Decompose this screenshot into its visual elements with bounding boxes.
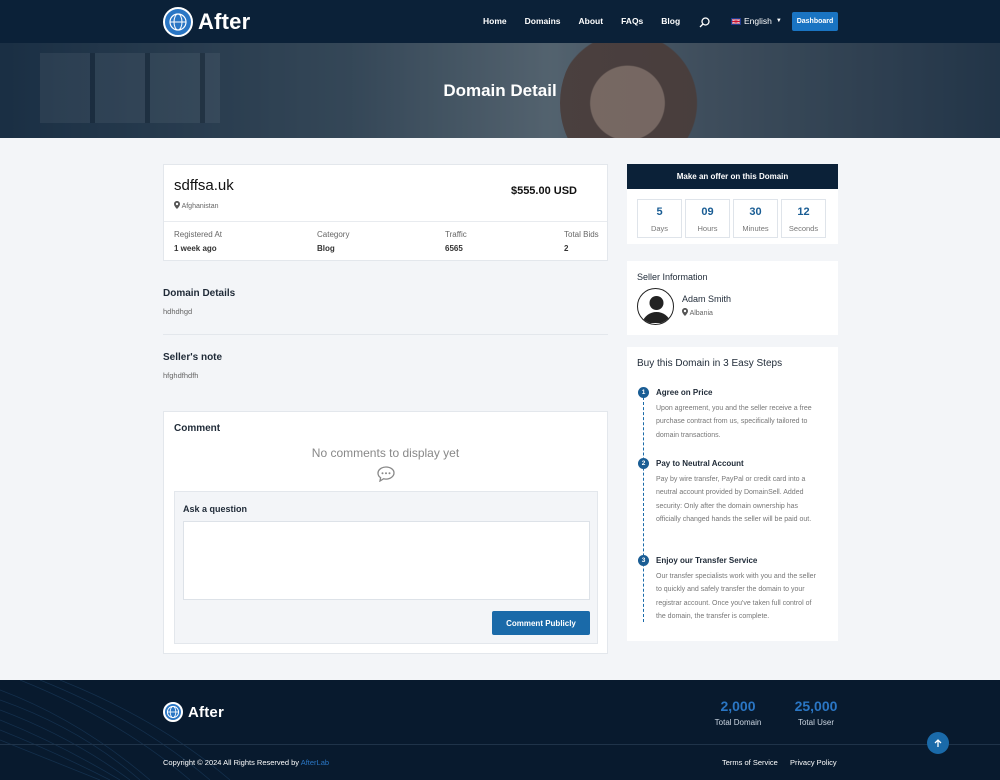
search-icon[interactable] [699, 15, 710, 33]
page-title: Domain Detail [443, 81, 557, 100]
domain-details-title: Domain Details [163, 288, 236, 299]
buy-steps-card: Buy this Domain in 3 Easy Steps 1 Agree … [627, 347, 838, 641]
domain-price: $555.00 USD [510, 185, 577, 197]
comment-card: Comment No comments to display yet Ask a… [163, 411, 608, 654]
nav-home[interactable]: Home [483, 16, 507, 26]
timer-minutes: 30 Minutes [733, 199, 778, 238]
chevron-down-icon: ▼ [775, 18, 782, 24]
copyright: Copyright © 2024 All Rights Reserved by … [163, 758, 330, 767]
step-number: 3 [638, 555, 649, 566]
domain-name: sdffsa.uk [174, 177, 234, 194]
step-title: Pay to Neutral Account [656, 459, 744, 468]
seller-note-text: hfghdfhdfh [163, 371, 199, 380]
make-offer-button[interactable]: Make an offer on this Domain [627, 164, 838, 189]
domain-location: Afghanistan [174, 201, 219, 210]
no-comments-message: No comments to display yet [311, 446, 460, 460]
steps-timeline [643, 397, 644, 622]
meta-registered: Registered At 1 week ago [174, 230, 223, 253]
comment-publicly-button[interactable]: Comment Publicly [492, 611, 590, 635]
nav-domains[interactable]: Domains [525, 16, 561, 26]
footer-logo-text: After [188, 703, 225, 721]
seller-name[interactable]: Adam Smith [682, 294, 731, 304]
meta-total-bids: Total Bids 2 [564, 230, 599, 253]
site-logo[interactable]: After [163, 7, 250, 37]
step-text: Pay by wire transfer, PayPal or credit c… [656, 476, 812, 524]
chat-bubble-icon [377, 466, 395, 487]
seller-location: Albania [682, 308, 713, 317]
uk-flag-icon [731, 17, 741, 25]
seller-info-title: Seller Information [637, 272, 708, 282]
terms-link[interactable]: Terms of Service [722, 758, 778, 767]
timer-seconds: 12 Seconds [781, 199, 826, 238]
ask-question-box: Ask a question Comment Publicly [174, 491, 598, 644]
timer-days: 5 Days [637, 199, 682, 238]
domain-summary-card: sdffsa.uk Afghanistan $555.00 USD Regist… [163, 164, 608, 261]
step-number: 1 [638, 387, 649, 398]
seller-note-title: Seller's note [163, 352, 223, 363]
globe-logo-icon [163, 702, 183, 722]
nav-faqs[interactable]: FAQs [621, 16, 643, 26]
divider [163, 334, 608, 335]
map-pin-icon [174, 201, 180, 209]
domain-details-text: hdhdhgd [163, 307, 193, 316]
step-text: Our transfer specialists work with you a… [656, 573, 816, 621]
meta-traffic: Traffic 6565 [445, 230, 467, 253]
ask-question-title: Ask a question [183, 504, 248, 514]
language-label: English [744, 16, 772, 26]
dashboard-button[interactable]: Dashboard [792, 12, 838, 31]
question-textarea[interactable] [183, 521, 590, 600]
countdown-timer: 5 Days 09 Hours 30 Minutes 12 Seconds [627, 189, 838, 244]
comment-title: Comment [174, 423, 221, 434]
site-footer: After 2,000 Total Domain 25,000 Total Us… [0, 680, 1000, 780]
main-nav: Home Domains About FAQs Blog [483, 16, 698, 26]
meta-category: Category Blog [317, 230, 350, 253]
map-pin-icon [682, 308, 688, 316]
steps-title: Buy this Domain in 3 Easy Steps [637, 358, 783, 369]
seller-info-card: Seller Information Adam Smith Albania [627, 261, 838, 335]
footer-logo[interactable]: After [163, 702, 224, 722]
step-text: Upon agreement, you and the seller recei… [656, 405, 812, 439]
afterlab-link[interactable]: AfterLab [301, 758, 329, 767]
stat-total-domain: 2,000 Total Domain [714, 698, 762, 727]
timer-hours: 09 Hours [685, 199, 730, 238]
arrow-up-icon [934, 738, 942, 747]
nav-blog[interactable]: Blog [661, 16, 680, 26]
language-selector[interactable]: English ▼ [731, 16, 782, 26]
top-navbar: After Home Domains About FAQs Blog Engli… [0, 0, 1000, 43]
hero-banner: Domain Detail [0, 43, 1000, 138]
nav-about[interactable]: About [579, 16, 604, 26]
stat-total-user: 25,000 Total User [794, 698, 838, 727]
step-title: Agree on Price [656, 388, 713, 397]
logo-text: After [198, 9, 251, 34]
user-avatar-icon [637, 288, 674, 325]
scroll-to-top-button[interactable] [927, 732, 949, 754]
privacy-link[interactable]: Privacy Policy [790, 758, 837, 767]
step-number: 2 [638, 458, 649, 469]
step-title: Enjoy our Transfer Service [656, 556, 758, 565]
globe-logo-icon [163, 7, 193, 37]
